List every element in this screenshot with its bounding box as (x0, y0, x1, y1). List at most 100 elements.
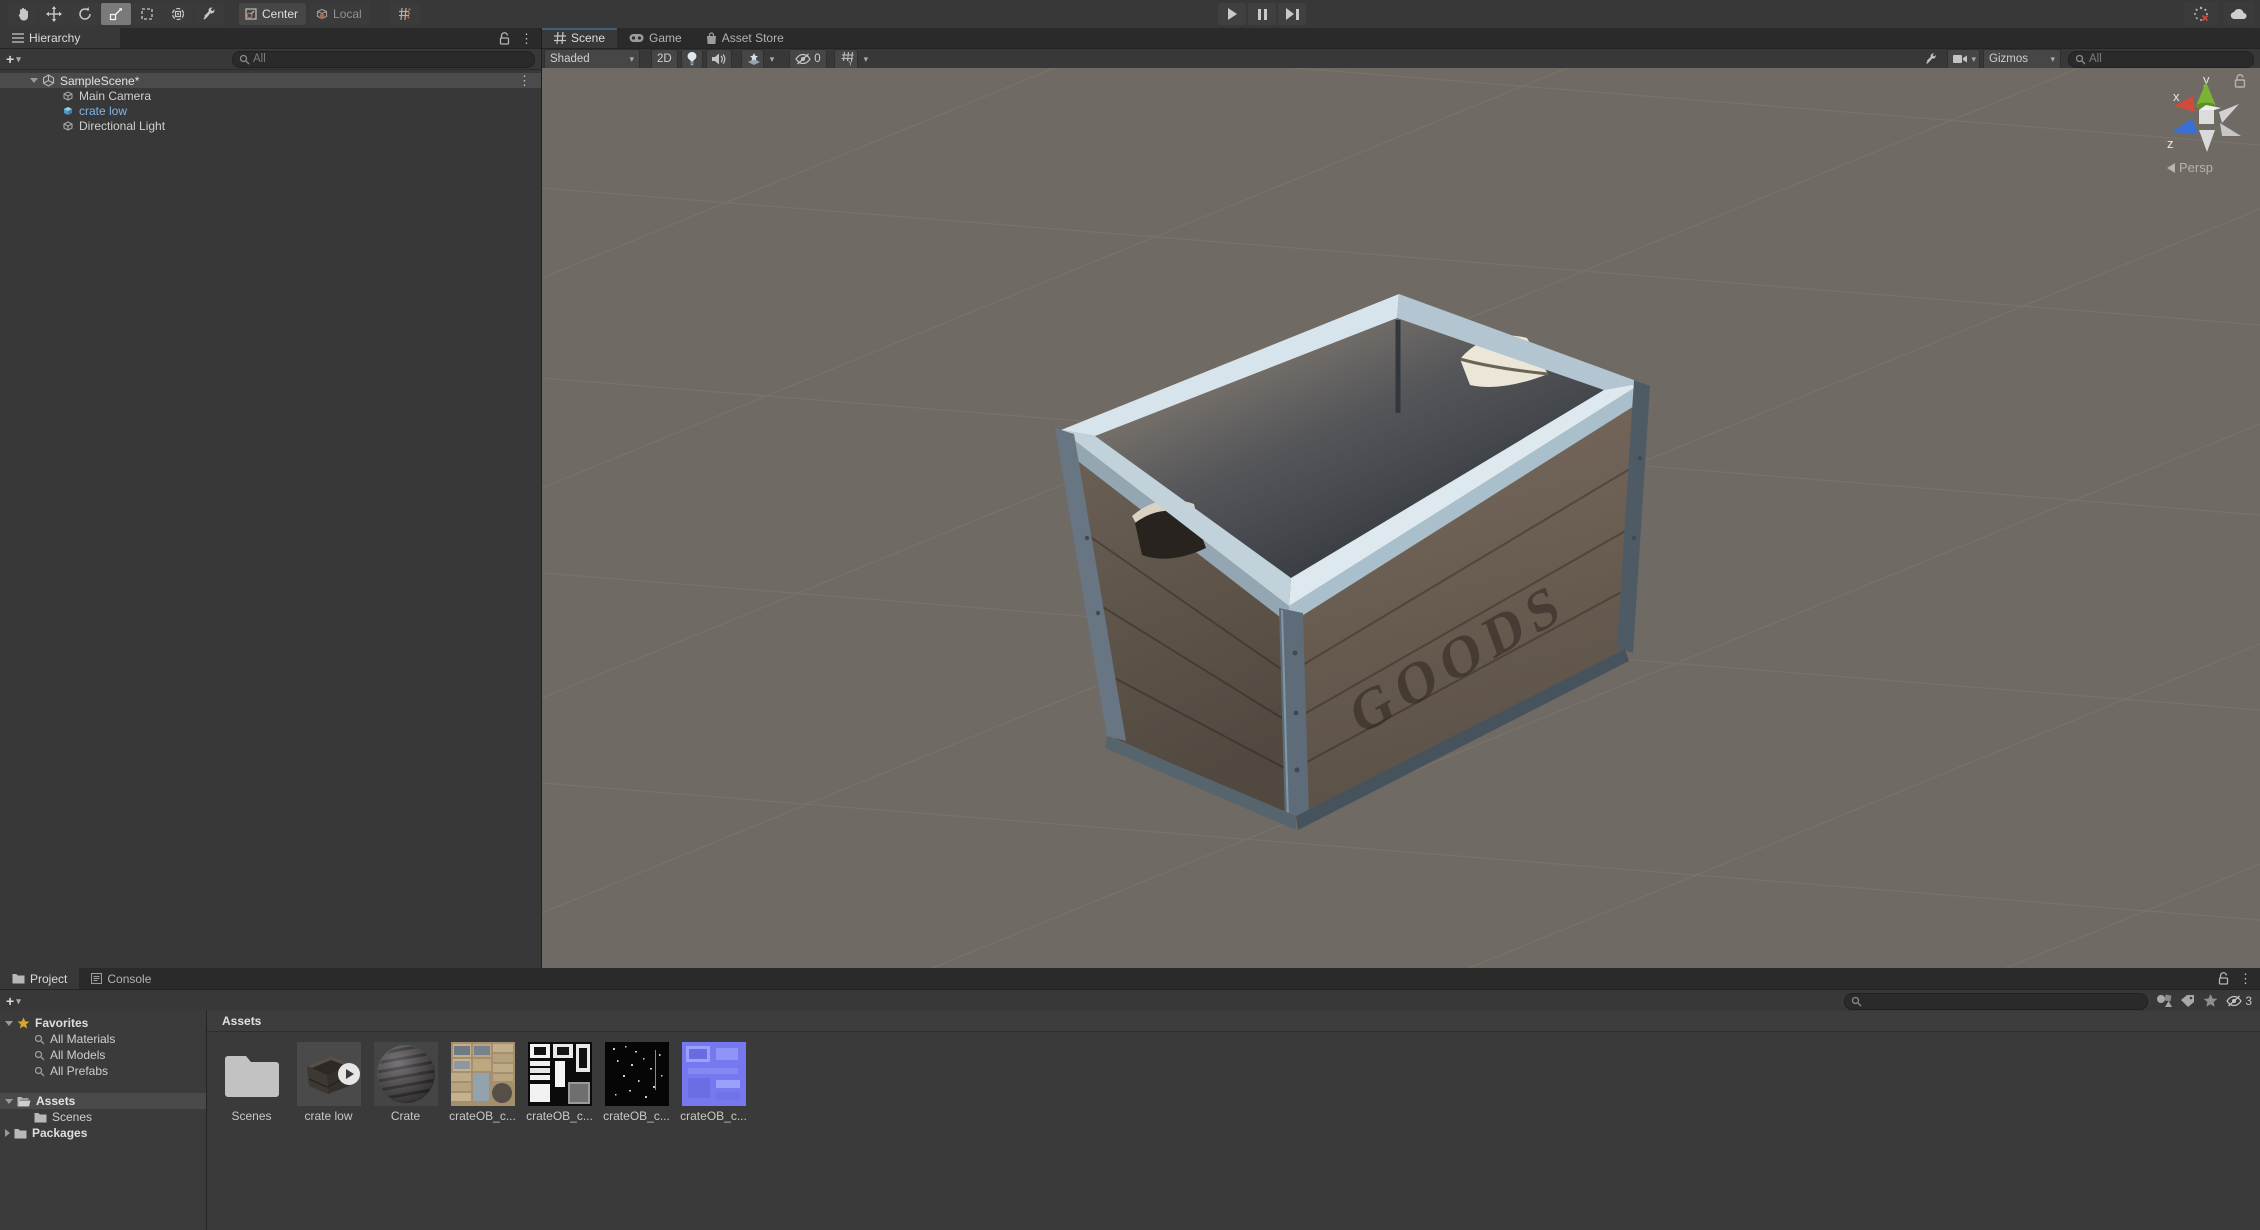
camera-projection-button[interactable]: Persp (2167, 160, 2213, 175)
hierarchy-item-crate-low[interactable]: crate low (0, 103, 541, 118)
rotate-tool-button[interactable] (70, 3, 100, 25)
effects-toggle-button[interactable] (740, 49, 764, 69)
project-visibility-button[interactable]: 3 (2226, 994, 2252, 1008)
asset-item-crate-material[interactable]: Crate (367, 1042, 444, 1123)
tab-hierarchy[interactable]: Hierarchy (0, 28, 120, 48)
foldout-icon[interactable] (5, 1129, 10, 1137)
caret-down-icon: ▾ (769, 53, 775, 64)
tab-asset-store[interactable]: Asset Store (694, 28, 796, 48)
2d-toggle-button[interactable]: 2D (651, 49, 678, 69)
hierarchy-search-placeholder: All (253, 53, 266, 65)
texture-thumbnail (681, 1042, 746, 1106)
console-icon (91, 973, 103, 984)
play-controls (1218, 3, 1308, 25)
foldout-icon[interactable] (5, 1098, 13, 1104)
hierarchy-item-directional-light[interactable]: Directional Light (0, 118, 541, 133)
project-create-button[interactable]: + ▾ (0, 993, 27, 1009)
hierarchy-item-label: Main Camera (79, 88, 152, 103)
tree-item-label: All Models (50, 1048, 106, 1062)
hand-tool-button[interactable] (8, 3, 38, 25)
project-hidden-count: 3 (2245, 994, 2252, 1008)
pivot-mode-button[interactable]: Center (239, 3, 307, 25)
svg-text:Y: Y (848, 61, 853, 67)
scene-header-row[interactable]: SampleScene* ⋮ (0, 73, 541, 88)
asset-item-crate-albedo-texture[interactable]: crateOB_c... (444, 1042, 521, 1123)
texture-thumbnail (527, 1042, 592, 1106)
hierarchy-search-input[interactable]: All (232, 50, 535, 68)
scene-viewport[interactable]: GOODS y x z Persp (542, 68, 2260, 968)
move-tool-button[interactable] (39, 3, 69, 25)
project-search-input[interactable] (1844, 992, 2149, 1010)
tab-console[interactable]: Console (79, 968, 163, 989)
scale-tool-button[interactable] (101, 3, 131, 25)
lock-icon[interactable] (499, 31, 510, 45)
asset-item-crate-normal-texture[interactable]: crateOB_c... (675, 1042, 752, 1123)
scene-menu-button[interactable]: ⋮ (518, 74, 531, 87)
search-by-label-button[interactable] (2180, 994, 2195, 1008)
rotate-icon (77, 6, 93, 22)
caret-down-icon: ▾ (863, 53, 869, 64)
tree-item-assets[interactable]: Assets (0, 1093, 206, 1109)
viewport-lock-icon[interactable] (2234, 74, 2246, 88)
project-menu-button[interactable]: ⋮ (2239, 972, 2252, 985)
lighting-toggle-button[interactable] (680, 49, 703, 69)
grid-snap-icon (397, 6, 413, 22)
grid-visibility-button[interactable]: Y (833, 49, 858, 69)
foldout-icon[interactable] (5, 1020, 13, 1026)
persp-arrow-icon (2167, 162, 2175, 173)
project-panel: Project Console ⋮ + ▾ 3 Favorites All Ma… (0, 968, 2260, 1230)
background-tasks-button[interactable] (2184, 2, 2218, 26)
hierarchy-menu-button[interactable]: ⋮ (520, 32, 533, 45)
tree-item-packages[interactable]: Packages (0, 1125, 206, 1141)
rect-tool-button[interactable] (132, 3, 162, 25)
scene-camera-dropdown[interactable]: ▾ (1947, 49, 1980, 69)
draw-mode-dropdown[interactable]: Shaded ▾ (544, 49, 640, 69)
grid-snap-button[interactable] (389, 3, 420, 25)
move-icon (46, 6, 62, 22)
tab-game[interactable]: Game (617, 28, 694, 48)
scene-name: SampleScene* (60, 73, 140, 88)
scene-search-input[interactable]: All (2068, 50, 2254, 68)
scale-icon (108, 6, 124, 22)
tree-item-all-prefabs[interactable]: All Prefabs (0, 1063, 206, 1079)
hierarchy-item-main-camera[interactable]: Main Camera (0, 88, 541, 103)
grid-dropdown[interactable]: ▾ (861, 49, 875, 69)
lock-icon[interactable] (2218, 972, 2229, 985)
foldout-icon[interactable] (30, 78, 38, 83)
texture-thumbnail (450, 1042, 515, 1106)
cloud-services-button[interactable] (2224, 2, 2254, 26)
assets-breadcrumb[interactable]: Assets (207, 1011, 2260, 1032)
hierarchy-create-button[interactable]: + ▾ (0, 51, 27, 67)
project-toolbar: + ▾ 3 (0, 990, 2260, 1013)
audio-toggle-button[interactable] (705, 49, 732, 69)
pause-button[interactable] (1248, 3, 1276, 25)
step-button[interactable] (1278, 3, 1306, 25)
transform-tool-button[interactable] (163, 3, 193, 25)
tab-scene[interactable]: Scene (542, 28, 618, 48)
asset-item-crate-metallic-texture[interactable]: crateOB_c... (521, 1042, 598, 1123)
tree-item-scenes[interactable]: Scenes (0, 1109, 206, 1125)
orientation-gizmo[interactable]: y x z (2167, 72, 2246, 152)
asset-label: Crate (390, 1109, 421, 1123)
search-by-type-button[interactable] (2156, 994, 2173, 1008)
favorite-search-button[interactable] (2203, 994, 2218, 1008)
gizmos-dropdown[interactable]: Gizmos ▾ (1983, 49, 2061, 69)
model-preview-play-button[interactable] (337, 1063, 360, 1085)
asset-label: crateOB_c... (449, 1109, 516, 1123)
tree-item-all-models[interactable]: All Models (0, 1047, 206, 1063)
scene-tools-button[interactable] (1918, 49, 1944, 69)
scene-visibility-button[interactable]: 0 (789, 49, 827, 69)
asset-item-crate-low-model[interactable]: crate low (290, 1042, 367, 1123)
effects-dropdown[interactable]: ▾ (767, 49, 781, 69)
axis-z-cone (2171, 119, 2198, 134)
tree-item-all-materials[interactable]: All Materials (0, 1031, 206, 1047)
tab-project[interactable]: Project (0, 968, 80, 989)
search-icon (34, 1050, 45, 1061)
space-mode-button[interactable]: Local (310, 3, 370, 25)
asset-item-crate-occlusion-texture[interactable]: crateOB_c... (598, 1042, 675, 1123)
tree-item-favorites[interactable]: Favorites (0, 1015, 206, 1031)
asset-item-scenes-folder[interactable]: Scenes (213, 1042, 290, 1123)
play-button[interactable] (1218, 3, 1246, 25)
asset-label: crate low (304, 1109, 353, 1123)
custom-tool-button[interactable] (194, 3, 224, 25)
